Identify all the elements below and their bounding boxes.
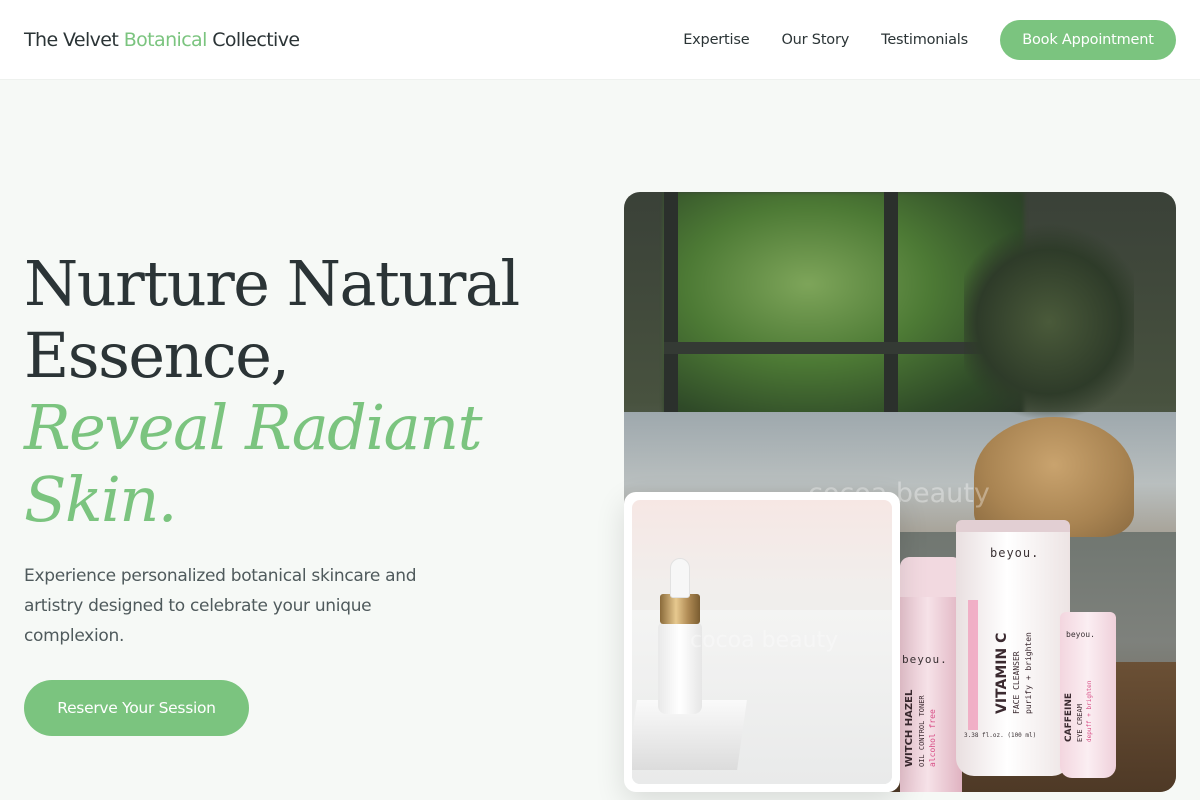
hero-inset-photo: cocoa beauty [624,492,900,792]
hero-subtitle: Experience personalized botanical skinca… [24,566,417,646]
cleanser-sub-label: FACE CLEANSER [1012,651,1021,714]
cleanser-name-label: VITAMIN C [994,632,1010,714]
toner-note-label: alcohol free [928,709,937,767]
photo-plant [964,222,1134,422]
logo-text-part2: Collective [212,28,300,51]
nav-link-testimonials[interactable]: Testimonials [881,32,968,48]
toner-bottle: beyou. WITCH HAZEL OIL CONTROL TONER alc… [900,557,962,792]
serum-dropper-bulb [670,558,690,598]
eye-sub-label: EYE CREAM [1076,704,1084,742]
cleanser-size-label: 3.38 fl.oz. (100 ml) [964,732,1037,739]
tube-crimp [956,520,1070,532]
hero-title-line2: Essence, [24,319,290,392]
cleanser-brand-label: beyou. [990,546,1040,560]
vitamin-c-tube: beyou. VITAMIN C FACE CLEANSER purify + … [956,520,1070,776]
serum-bottle-collar [660,594,700,624]
toner-name-label: WITCH HAZEL [904,689,915,767]
photo-window-frame [884,192,898,422]
toner-sub-label: OIL CONTROL TONER [918,695,926,767]
eye-name-label: CAFFEINE [1064,692,1074,742]
site-logo[interactable]: The Velvet Botanical Collective [24,28,300,51]
logo-text-accent: Botanical [123,28,208,51]
logo-text-part1: The Velvet [24,28,119,51]
site-header: The Velvet Botanical Collective Expertis… [0,0,1200,80]
photo-window-frame [664,192,678,422]
photo-basket [974,417,1134,537]
book-appointment-button[interactable]: Book Appointment [1000,19,1176,60]
nav-link-expertise[interactable]: Expertise [683,32,749,48]
nav-link-our-story[interactable]: Our Story [781,32,849,48]
cleanser-note-label: purify + brighten [1024,632,1033,714]
toner-bottle-cap [900,557,962,597]
main-nav: Expertise Our Story Testimonials Book Ap… [683,19,1176,60]
eye-brand-label: beyou. [1066,630,1095,639]
hero-title-accent-line1: Reveal Radiant [24,391,483,464]
caffeine-eye-cream-tube: beyou. CAFFEINE EYE CREAM depuff + brigh… [1060,612,1116,778]
reserve-session-button[interactable]: Reserve Your Session [24,680,249,736]
hero-title-accent-line2: Skin. [24,463,178,536]
inset-photo-watermark: cocoa beauty [690,628,839,653]
hero-title: Nurture Natural Essence, Reveal Radiant … [24,248,584,536]
eye-note-label: depuff + brighten [1086,680,1093,742]
hero-title-line1: Nurture Natural [24,247,520,320]
toner-brand-label: beyou. [902,653,948,666]
inset-photo-image: cocoa beauty [632,500,892,784]
